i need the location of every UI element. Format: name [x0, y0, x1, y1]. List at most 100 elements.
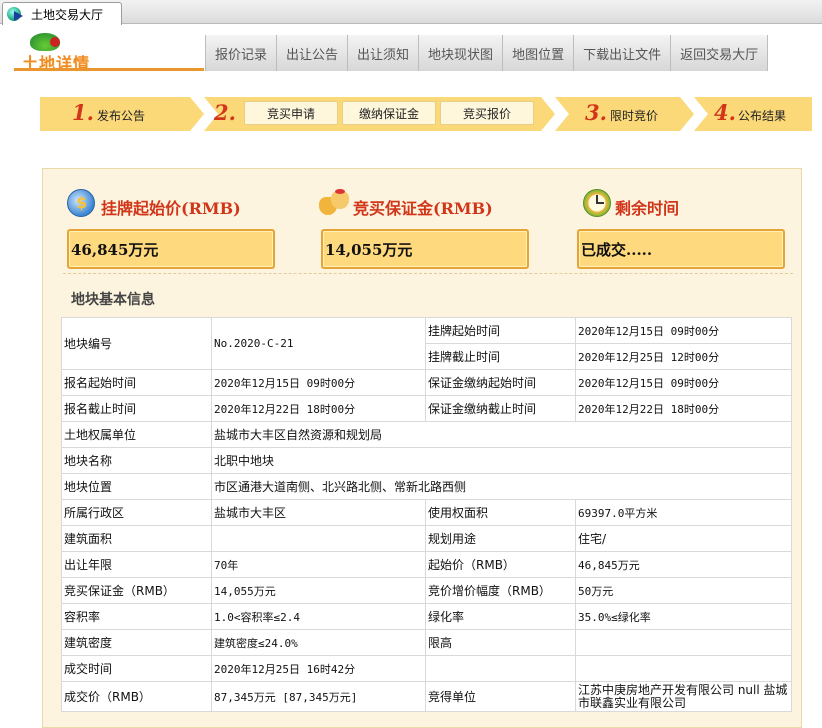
start-price-title: 挂牌起始价(RMB)	[101, 199, 241, 218]
coin-icon	[67, 189, 95, 217]
browser-tab-strip: 土地交易大厅	[0, 0, 822, 25]
table-key	[425, 655, 576, 682]
table-value: 住宅/	[575, 525, 792, 552]
table-key: 限高	[425, 629, 576, 656]
start-price-value: 46,845万元	[67, 229, 275, 269]
table-value	[575, 629, 792, 656]
table-row: 出让年限 70年 起始价（RMB） 46,845万元	[61, 551, 792, 578]
table-value: 1.0<容积率≤2.4	[211, 603, 426, 630]
land-detail-logo: 土地详情	[14, 33, 110, 73]
nav-sale-announcement[interactable]: 出让公告	[277, 35, 349, 71]
table-value	[211, 525, 426, 552]
table-row: 所属行政区 盐城市大丰区 使用权面积 69397.0平方米	[61, 499, 792, 526]
table-value: 87,345万元 [87,345万元]	[211, 681, 426, 712]
table-value: 2020年12月15日 09时00分	[575, 317, 792, 344]
table-key: 绿化率	[425, 603, 576, 630]
deposit-value: 14,055万元	[321, 229, 529, 269]
table-value: 2020年12月22日 18时00分	[211, 395, 426, 422]
step-3-number: 3.	[585, 100, 607, 125]
table-key: 建筑面积	[61, 525, 212, 552]
step-4-label: 公布结果	[738, 109, 787, 123]
table-key: 容积率	[61, 603, 212, 630]
step-4-number: 4.	[714, 100, 736, 125]
table-value: 2020年12月25日 16时42分	[211, 655, 426, 682]
nav-sale-notice[interactable]: 出让须知	[348, 35, 420, 71]
table-key: 建筑密度	[61, 629, 212, 656]
browser-tab-title: 土地交易大厅	[31, 7, 104, 22]
nav-map-location[interactable]: 地图位置	[503, 35, 575, 71]
table-value: 盐城市大丰区	[211, 499, 426, 526]
header-divider	[14, 68, 204, 71]
remaining-time-title: 剩余时间	[615, 199, 680, 218]
table-row: 地块编号 No.2020-C-21 挂牌起始时间 2020年12月15日 09时…	[61, 317, 792, 370]
table-value: 2020年12月15日 09时00分	[575, 369, 792, 396]
table-value: 69397.0平方米	[575, 499, 792, 526]
table-value: 14,055万元	[211, 577, 426, 604]
table-row: 成交价（RMB） 87,345万元 [87,345万元] 竞得单位 江苏中庚房地…	[61, 681, 792, 712]
land-info-table: 地块编号 No.2020-C-21 挂牌起始时间 2020年12月15日 09时…	[61, 317, 792, 712]
table-row: 容积率 1.0<容积率≤2.4 绿化率 35.0%≤绿化率	[61, 603, 792, 630]
section-title: 地块基本信息	[71, 292, 155, 308]
table-key: 成交时间	[61, 655, 212, 682]
step-3-label: 限时竞价	[610, 109, 659, 123]
step-2-number: 2.	[214, 100, 236, 125]
nav-bid-records[interactable]: 报价记录	[205, 35, 278, 71]
table-value: 2020年12月22日 18时00分	[575, 395, 792, 422]
substep-apply: 竞买申请	[244, 101, 338, 125]
table-key: 挂牌起始时间	[425, 317, 576, 344]
table-row: 地块位置 市区通港大道南侧、北兴路北侧、常新北路西侧	[61, 473, 792, 500]
table-key: 出让年限	[61, 551, 212, 578]
table-value: 盐城市大丰区自然资源和规划局	[211, 421, 792, 448]
section-divider	[63, 273, 793, 274]
deposit-title: 竞买保证金(RMB)	[353, 199, 493, 218]
substep-deposit: 缴纳保证金	[342, 101, 436, 125]
table-key: 竞买保证金（RMB）	[61, 577, 212, 604]
alarm-clock-icon	[583, 189, 611, 217]
table-value	[575, 655, 792, 682]
table-row: 竞买保证金（RMB） 14,055万元 竞价增价幅度（RMB） 50万元	[61, 577, 792, 604]
table-row: 报名截止时间 2020年12月22日 18时00分 保证金缴纳截止时间 2020…	[61, 395, 792, 422]
ladybug-icon	[50, 37, 60, 47]
table-key: 成交价（RMB）	[61, 681, 212, 712]
table-row: 成交时间 2020年12月25日 16时42分	[61, 655, 792, 682]
page-header: 土地详情 报价记录 出让公告 出让须知 地块现状图 地图位置 下载出让文件 返回…	[0, 25, 822, 73]
table-key: 所属行政区	[61, 499, 212, 526]
step-1-label: 发布公告	[97, 109, 146, 123]
table-value: 建筑密度≤24.0%	[211, 629, 426, 656]
table-value: 江苏中庚房地产开发有限公司 null 盐城市联鑫实业有限公司	[575, 681, 792, 712]
table-value: No.2020-C-21	[211, 317, 426, 370]
table-value: 北职中地块	[211, 447, 792, 474]
nav-download-files[interactable]: 下载出让文件	[574, 35, 672, 71]
process-steps: 1. 发布公告 2. 竞买申请 缴纳保证金 竞买报价 3. 限时竞价 4. 公布…	[40, 97, 812, 131]
table-row: 建筑密度 建筑密度≤24.0% 限高	[61, 629, 792, 656]
table-key: 保证金缴纳起始时间	[425, 369, 576, 396]
table-row: 建筑面积 规划用途 住宅/	[61, 525, 792, 552]
table-key: 规划用途	[425, 525, 576, 552]
table-key: 使用权面积	[425, 499, 576, 526]
table-key: 地块名称	[61, 447, 212, 474]
table-value: 35.0%≤绿化率	[575, 603, 792, 630]
page-favicon-icon	[7, 6, 25, 22]
step-1-number: 1.	[72, 100, 94, 125]
table-key: 地块位置	[61, 473, 212, 500]
table-row: 土地权属单位 盐城市大丰区自然资源和规划局	[61, 421, 792, 448]
table-row: 地块名称 北职中地块	[61, 447, 792, 474]
table-value: 70年	[211, 551, 426, 578]
table-key: 竞得单位	[425, 681, 576, 712]
table-value: 46,845万元	[575, 551, 792, 578]
table-value: 2020年12月25日 12时00分	[575, 343, 792, 370]
table-row: 报名起始时间 2020年12月15日 09时00分 保证金缴纳起始时间 2020…	[61, 369, 792, 396]
money-bag-icon	[319, 189, 349, 217]
table-key: 起始价（RMB）	[425, 551, 576, 578]
browser-tab[interactable]: 土地交易大厅	[2, 2, 122, 25]
substep-quote: 竞买报价	[440, 101, 534, 125]
table-key: 报名起始时间	[61, 369, 212, 396]
nav-back-to-hall[interactable]: 返回交易大厅	[671, 35, 769, 71]
nav-plot-status-map[interactable]: 地块现状图	[419, 35, 504, 71]
table-key: 土地权属单位	[61, 421, 212, 448]
table-value: 市区通港大道南侧、北兴路北侧、常新北路西侧	[211, 473, 792, 500]
top-nav: 报价记录 出让公告 出让须知 地块现状图 地图位置 下载出让文件 返回交易大厅	[205, 35, 769, 71]
table-key: 报名截止时间	[61, 395, 212, 422]
table-key: 竞价增价幅度（RMB）	[425, 577, 576, 604]
table-key: 挂牌截止时间	[425, 343, 576, 370]
